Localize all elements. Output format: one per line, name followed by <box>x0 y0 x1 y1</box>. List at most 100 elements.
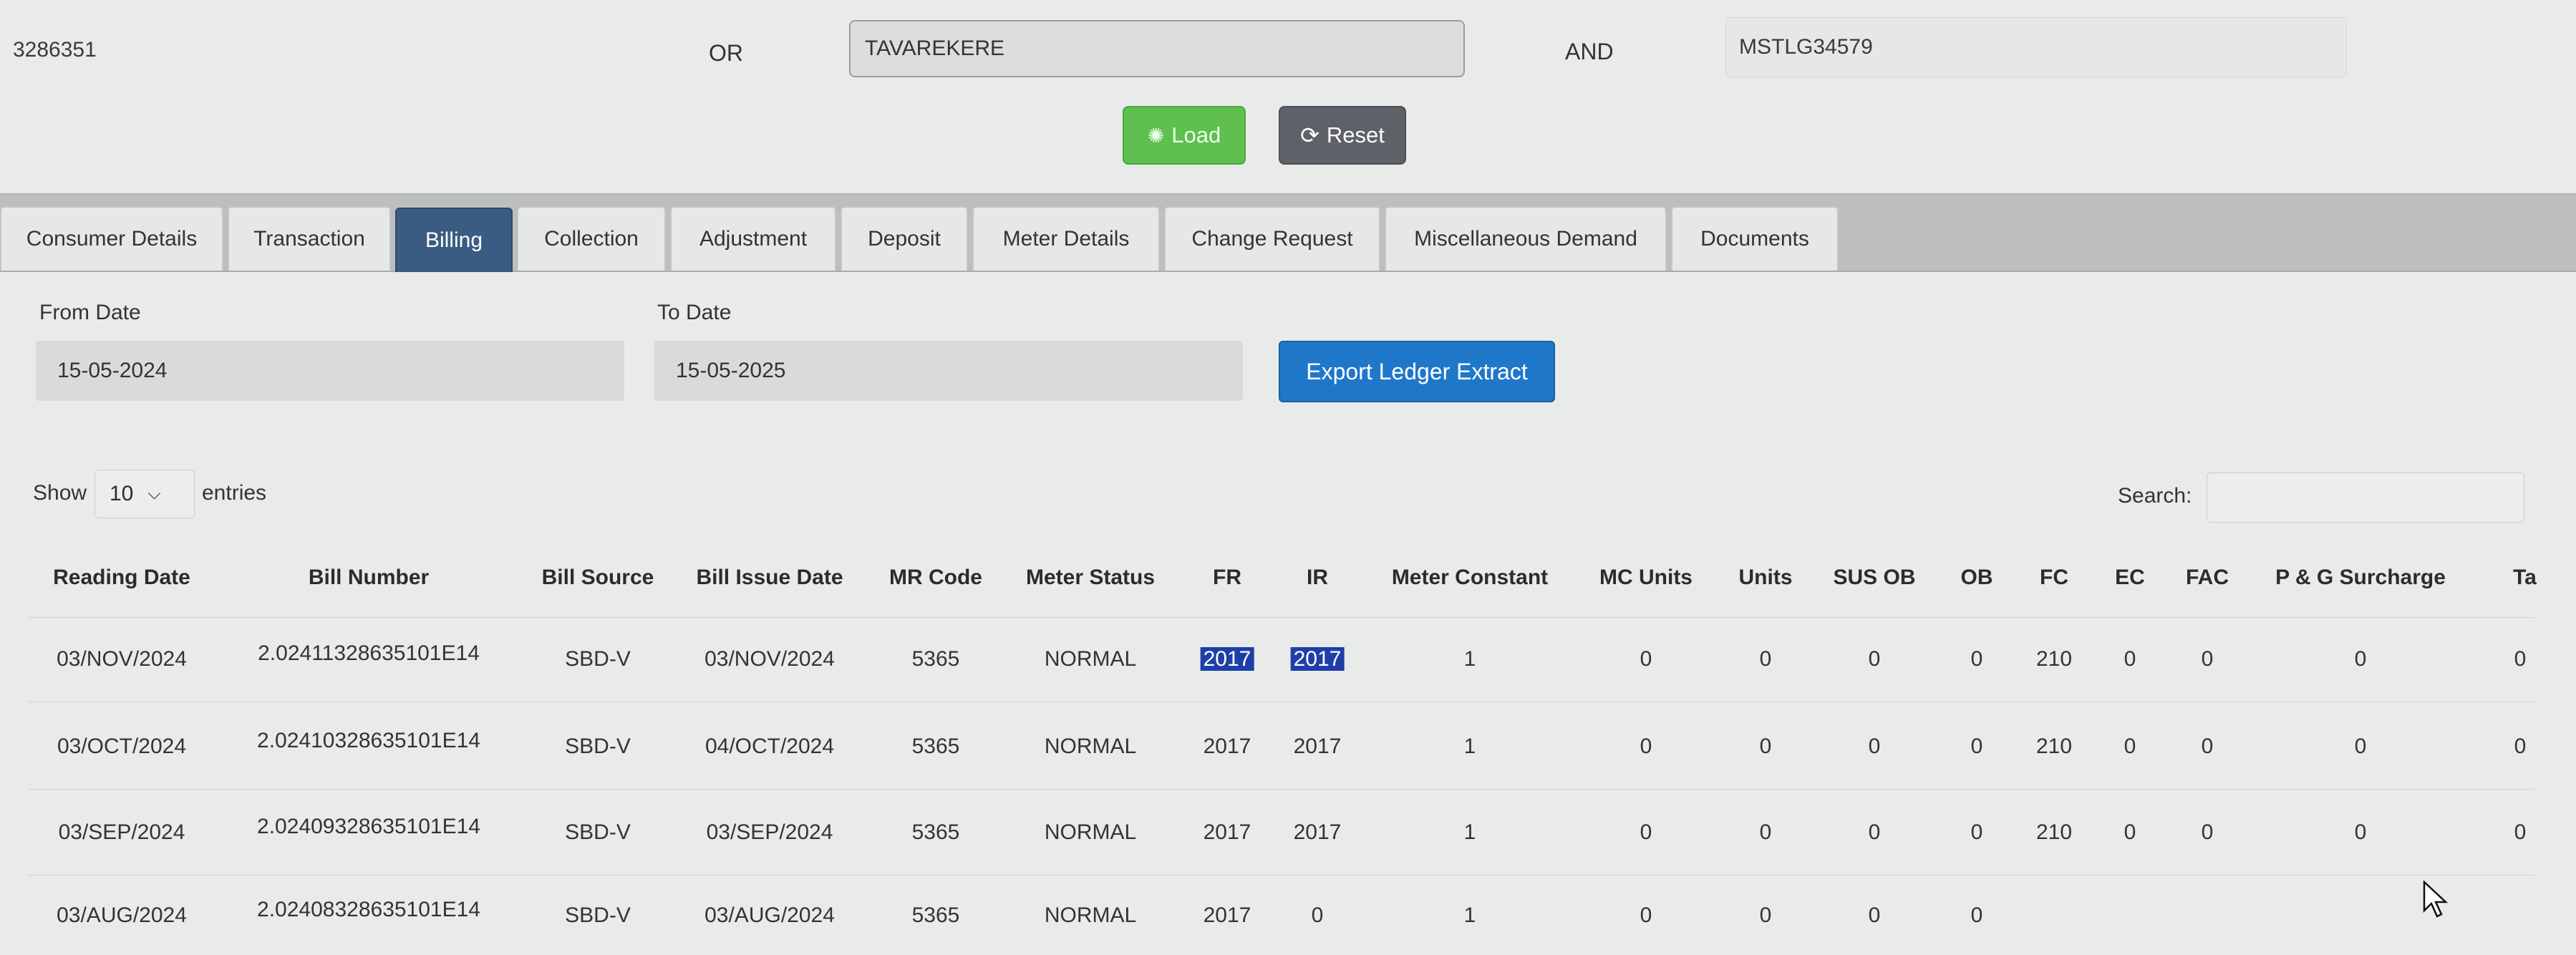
cell-text: 03/OCT/2024 <box>57 735 187 758</box>
tab-documents[interactable]: Documents <box>1671 206 1839 271</box>
col-header-meter-status[interactable]: Meter Status <box>1026 566 1155 590</box>
col-header-bill-source[interactable]: Bill Source <box>542 566 654 590</box>
cell-text: SBD-V <box>565 735 631 758</box>
cell-text: 2.02409328635101E14 <box>257 815 480 838</box>
col-header-fc[interactable]: FC <box>2040 566 2068 590</box>
cell-bill-number: 2.02408328635101E14 <box>257 898 480 922</box>
tab-transaction[interactable]: Transaction <box>228 206 391 271</box>
cell-text: 2017 <box>1293 820 1342 844</box>
cell-text: 2017 <box>1203 735 1251 758</box>
cell-text: 2017 <box>1293 735 1342 758</box>
cell-ta: 0 <box>2514 735 2527 759</box>
col-header-meter-constant[interactable]: Meter Constant <box>1392 566 1548 590</box>
row-divider <box>29 617 2534 618</box>
row-divider <box>29 875 2534 876</box>
cell-meter-constant: 1 <box>1464 647 1476 672</box>
load-label: Load <box>1171 122 1221 147</box>
entries-select[interactable]: 10 ⌵ <box>95 470 195 518</box>
col-header-ta[interactable]: Ta <box>2513 566 2537 590</box>
cell-mc-units: 0 <box>1640 735 1652 759</box>
cell-text: 1 <box>1463 647 1476 671</box>
col-header-bill-issue-date[interactable]: Bill Issue Date <box>696 566 843 590</box>
col-header-bill-number[interactable]: Bill Number <box>309 566 429 590</box>
cell-meter-status: NORMAL <box>1045 735 1136 759</box>
reset-button[interactable]: ⟳ Reset <box>1279 106 1406 165</box>
cell-text: 2.02411328635101E14 <box>258 641 480 665</box>
cell-text: 0 <box>1640 820 1652 844</box>
cell-mr-code: 5365 <box>912 647 960 672</box>
col-header-units[interactable]: Units <box>1739 566 1793 590</box>
cell-bill-issue-date: 03/SEP/2024 <box>707 820 833 845</box>
cell-text: 0 <box>1970 820 1983 844</box>
col-header-mc-units[interactable]: MC Units <box>1599 566 1693 590</box>
tab-deposit[interactable]: Deposit <box>841 206 968 271</box>
export-ledger-button[interactable]: Export Ledger Extract <box>1279 341 1555 402</box>
cell-text: 0 <box>2124 820 2136 844</box>
location-search-input[interactable]: TAVAREKERE <box>849 20 1465 77</box>
cell-text: 0 <box>1640 647 1652 671</box>
cell-text: 5365 <box>911 903 960 927</box>
cell-sus-ob: 0 <box>1869 820 1881 845</box>
tab-collection[interactable]: Collection <box>517 206 666 271</box>
search-label: Search: <box>2118 484 2192 508</box>
cell-bill-source: SBD-V <box>565 647 631 672</box>
col-header-reading-date[interactable]: Reading Date <box>53 566 190 590</box>
cell-bill-source: SBD-V <box>565 735 631 759</box>
cell-meter-status: NORMAL <box>1045 647 1136 672</box>
cell-text: 0 <box>1759 735 1772 758</box>
tab-consumer-details[interactable]: Consumer Details <box>0 206 223 271</box>
col-header-fr[interactable]: FR <box>1213 566 1241 590</box>
cell-text: 2017 <box>1200 647 1254 671</box>
entries-value: 10 <box>110 482 134 505</box>
cell-text: 0 <box>1868 820 1881 844</box>
tab-change-request[interactable]: Change Request <box>1164 206 1380 271</box>
load-button[interactable]: ✺ Load <box>1123 106 1246 165</box>
meter-id-field[interactable]: MSTLG34579 <box>1725 17 2347 77</box>
cell-fac: 0 <box>2202 735 2214 759</box>
cell-mc-units: 0 <box>1640 647 1652 672</box>
cell-text: 0 <box>2514 820 2527 844</box>
consumer-id-value: 3286351 <box>13 38 97 62</box>
show-label: Show <box>33 481 87 505</box>
col-header-ob[interactable]: OB <box>1961 566 1993 590</box>
tab-meter-details[interactable]: Meter Details <box>972 206 1160 271</box>
cell-text: 5365 <box>911 820 960 844</box>
col-header-mr-code[interactable]: MR Code <box>889 566 982 590</box>
cell-text: 1 <box>1463 820 1476 844</box>
mouse-cursor-icon <box>2423 881 2449 918</box>
from-date-input[interactable]: 15-05-2024 <box>36 341 624 401</box>
cell-mr-code: 5365 <box>912 735 960 759</box>
col-header-sus-ob[interactable]: SUS OB <box>1833 566 1915 590</box>
col-header-p-g-surcharge[interactable]: P & G Surcharge <box>2275 566 2446 590</box>
table-search-input[interactable] <box>2207 472 2524 523</box>
cell-text: 2.02410328635101E14 <box>257 729 480 752</box>
cell-text: 03/SEP/2024 <box>706 820 833 844</box>
col-header-ec[interactable]: EC <box>2115 566 2145 590</box>
cell-text: 0 <box>1868 735 1881 758</box>
cell-text: 0 <box>1759 647 1772 671</box>
cell-text: 0 <box>1640 903 1652 927</box>
cell-reading-date: 03/NOV/2024 <box>57 647 187 672</box>
col-header-fac[interactable]: FAC <box>2186 566 2229 590</box>
cell-meter-constant: 1 <box>1464 820 1476 845</box>
tab-billing[interactable]: Billing <box>395 208 513 272</box>
tab-miscellaneous-demand[interactable]: Miscellaneous Demand <box>1385 206 1667 271</box>
cell-units: 0 <box>1760 820 1772 845</box>
cell-sus-ob: 0 <box>1869 647 1881 672</box>
cell-meter-constant: 1 <box>1464 735 1476 759</box>
tab-adjustment[interactable]: Adjustment <box>670 206 836 271</box>
cell-text: NORMAL <box>1044 647 1137 671</box>
cell-units: 0 <box>1760 735 1772 759</box>
cell-reading-date: 03/OCT/2024 <box>57 735 186 759</box>
cell-text: 0 <box>2354 647 2367 671</box>
cell-text: 2017 <box>1290 647 1345 671</box>
refresh-icon: ⟳ <box>1300 122 1320 148</box>
consumer-id-field[interactable]: 3286351 <box>0 21 673 79</box>
cell-mr-code: 5365 <box>912 820 960 845</box>
cell-units: 0 <box>1760 647 1772 672</box>
cell-sus-ob: 0 <box>1869 735 1881 759</box>
location-search-value: TAVAREKERE <box>865 37 1005 60</box>
col-header-ir[interactable]: IR <box>1307 566 1328 590</box>
cell-text: 5365 <box>911 735 960 758</box>
to-date-input[interactable]: 15-05-2025 <box>654 341 1243 401</box>
